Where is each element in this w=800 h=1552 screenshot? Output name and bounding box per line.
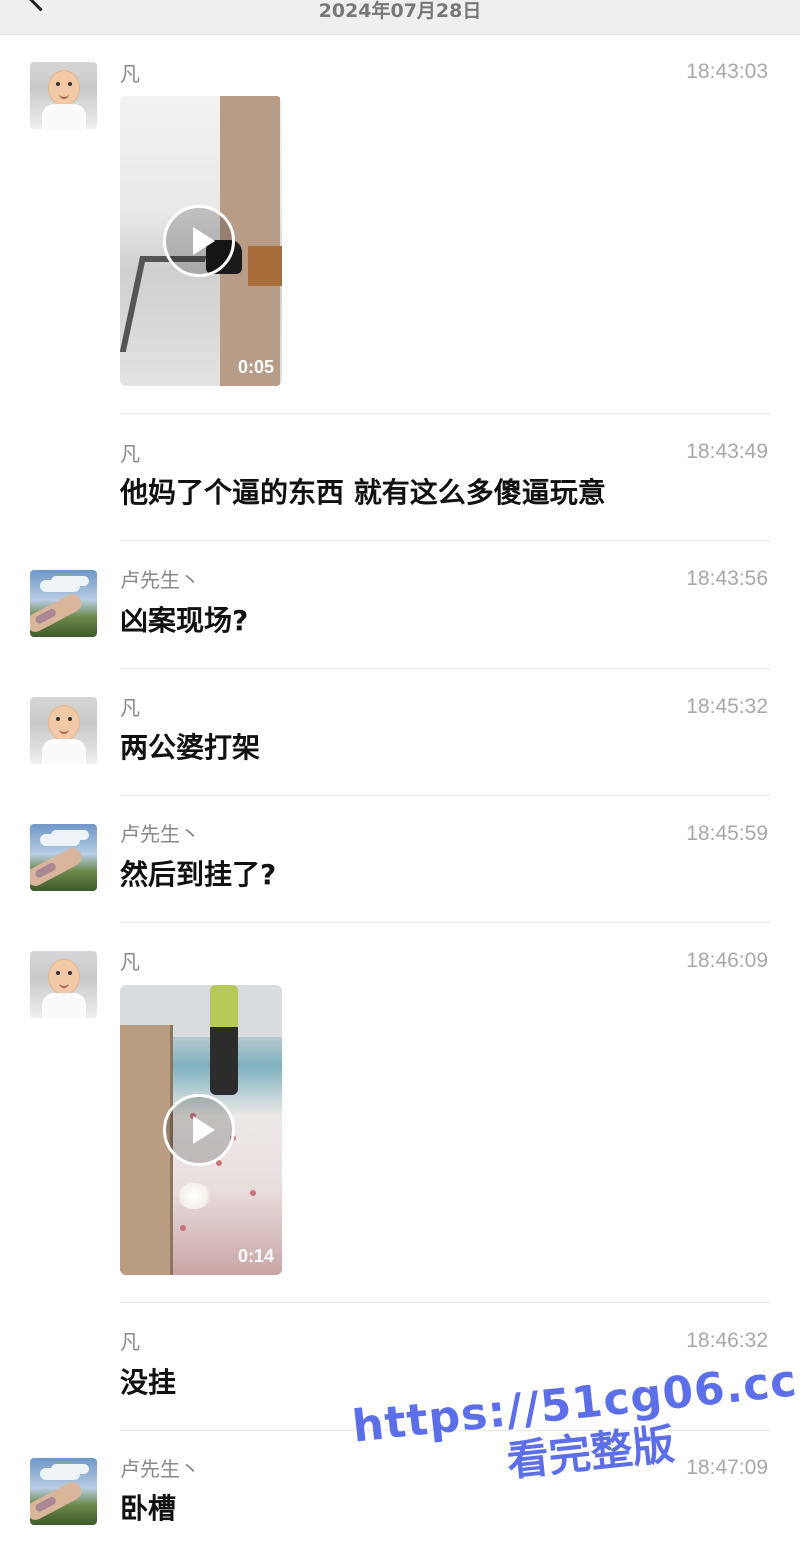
video-thumbnail[interactable]: 0:05 [120,96,282,386]
divider [120,1302,770,1303]
play-icon[interactable] [163,205,235,277]
message-time: 18:43:03 [686,60,768,83]
avatar[interactable] [30,570,97,637]
message-time: 18:46:09 [686,949,768,972]
divider [120,795,770,796]
divider [120,668,770,669]
message-text: 卧槽 [120,1492,177,1525]
divider [120,922,770,923]
message-time: 18:45:32 [686,695,768,718]
sender-name: 卢先生丶 [120,1457,200,1481]
video-thumbnail[interactable]: 0:14 [120,985,282,1275]
avatar[interactable] [30,697,97,764]
sender-name: 凡 [120,62,140,86]
message-text: 凶案现场? [120,604,249,637]
video-duration: 0:05 [237,357,274,377]
message-text: 两公婆打架 [120,731,261,764]
message-time: 18:45:59 [686,822,768,845]
avatar[interactable] [30,951,97,1018]
sender-name: 凡 [120,696,140,720]
sender-name: 卢先生丶 [120,822,200,846]
sender-name: 凡 [120,950,140,974]
message-text: 然后到挂了? [120,858,277,891]
avatar[interactable] [30,62,97,129]
message-text: 没挂 [120,1366,177,1399]
message-time: 18:46:32 [686,1329,768,1352]
sender-name: 卢先生丶 [120,568,200,592]
video-duration: 0:14 [237,1246,274,1266]
message-time: 18:43:49 [686,440,768,463]
top-bar: 2024年07月28日 [0,0,800,35]
message-text: 他妈了个逼的东西 就有这么多傻逼玩意 [120,476,606,509]
divider [120,540,770,541]
divider [120,413,770,414]
avatar[interactable] [30,824,97,891]
sender-name: 凡 [120,1330,140,1354]
avatar[interactable] [30,1458,97,1525]
conversation-date: 2024年07月28日 [318,0,482,22]
message-time: 18:43:56 [686,567,768,590]
play-icon[interactable] [163,1094,235,1166]
sender-name: 凡 [120,442,140,466]
